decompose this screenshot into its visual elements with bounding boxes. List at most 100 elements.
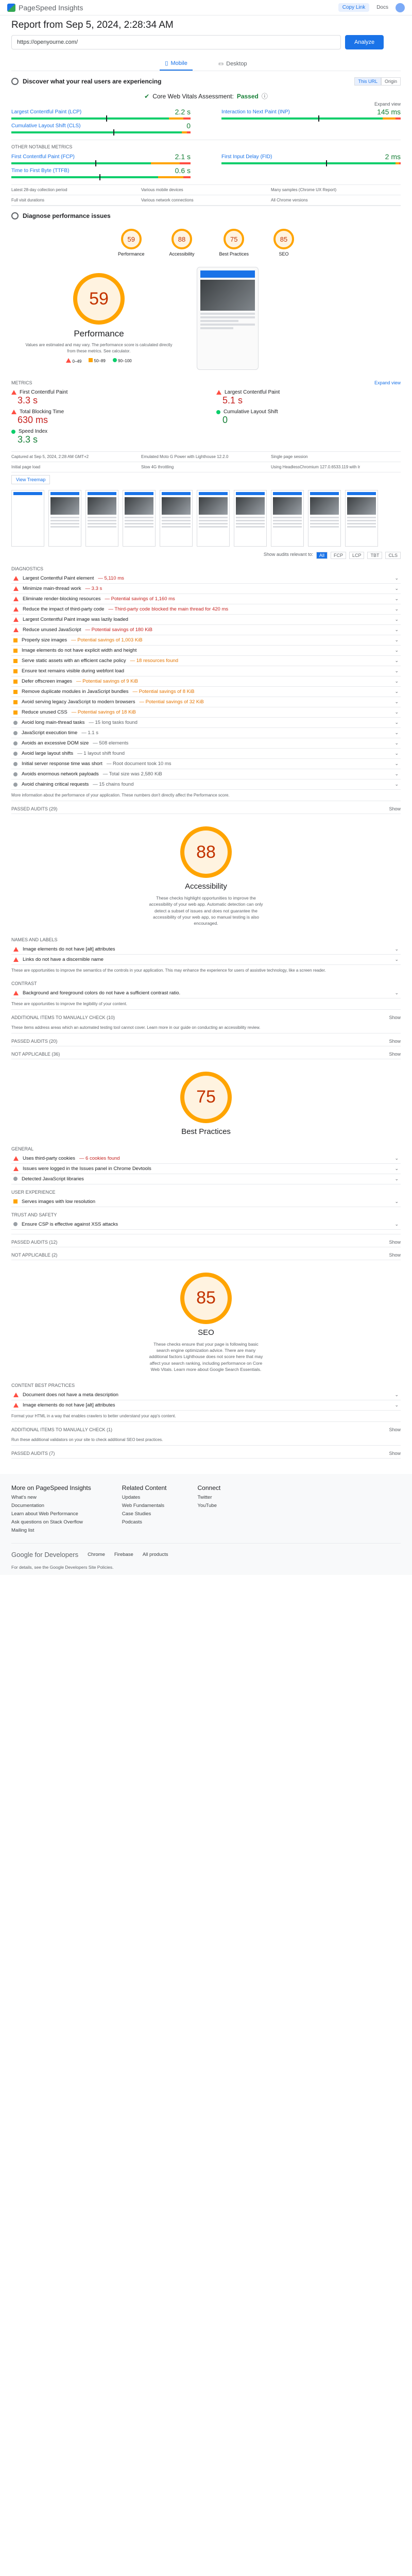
audit-row[interactable]: Initial server response time was short — …: [11, 759, 401, 769]
field-metric[interactable]: Time to First Byte (TTFB) 0.6 s: [11, 166, 191, 180]
url-input[interactable]: https://openyourne.com/: [11, 35, 341, 49]
audit-row[interactable]: Image elements do not have explicit widt…: [11, 646, 401, 656]
copy-link-button[interactable]: Copy Link: [338, 3, 370, 12]
bar-needs-improvement: [181, 131, 187, 133]
footer-link[interactable]: Mailing list: [11, 1528, 91, 1533]
audit-row[interactable]: Image elements do not have [alt] attribu…: [11, 1400, 401, 1411]
audit-row[interactable]: Minimize main-thread work — 3.3 s ⌄: [11, 584, 401, 594]
toggle-origin[interactable]: Origin: [381, 77, 401, 86]
metric-name[interactable]: First Input Delay (FID): [221, 154, 272, 160]
score-gauge[interactable]: 75 Best Practices: [219, 229, 249, 257]
audit-row[interactable]: Detected JavaScript libraries ⌄: [11, 1174, 401, 1184]
audit-row[interactable]: Avoid chaining critical requests — 15 cha…: [11, 779, 401, 790]
filmstrip-frame: [160, 490, 193, 547]
footer-link[interactable]: Ask questions on Stack Overflow: [11, 1519, 91, 1525]
lab-metric-value: 0: [222, 415, 228, 425]
docs-link[interactable]: Docs: [376, 5, 388, 10]
footer-link[interactable]: Updates: [122, 1495, 167, 1500]
audit-row[interactable]: Document does not have a meta descriptio…: [11, 1390, 401, 1401]
audit-row[interactable]: Reduce unused CSS — Potential savings of …: [11, 707, 401, 718]
toggle-this-url[interactable]: This URL: [354, 77, 381, 86]
audit-row[interactable]: Avoids an excessive DOM size — 508 elemen…: [11, 738, 401, 749]
footer-link[interactable]: What's new: [11, 1495, 91, 1500]
audit-title: Avoid serving legacy JavaScript to moder…: [22, 699, 135, 705]
metric-name[interactable]: Time to First Byte (TTFB): [11, 168, 69, 174]
audit-row[interactable]: Eliminate render-blocking resources — Pot…: [11, 594, 401, 604]
filter-tbt[interactable]: TBT: [367, 552, 383, 559]
info-circle-icon: [13, 741, 18, 745]
filter-lcp[interactable]: LCP: [349, 552, 365, 559]
score-gauge[interactable]: 85 SEO: [273, 229, 295, 257]
footer-link[interactable]: Podcasts: [122, 1519, 167, 1525]
footer-link[interactable]: YouTube: [198, 1503, 221, 1509]
footer-link[interactable]: Case Studies: [122, 1511, 167, 1517]
audit-title: Issues were logged in the Issues panel i…: [23, 1165, 151, 1172]
audit-row[interactable]: Serve static assets with an efficient ca…: [11, 656, 401, 666]
audit-row[interactable]: Ensure text remains visible during webfo…: [11, 666, 401, 676]
footer-link[interactable]: Documentation: [11, 1503, 91, 1509]
footer-link[interactable]: Twitter: [198, 1495, 221, 1500]
google-developers-logo[interactable]: Google for Developers: [11, 1551, 78, 1558]
filter-all[interactable]: All: [316, 552, 328, 559]
audit-row[interactable]: Avoid large layout shifts — 1 layout shif…: [11, 749, 401, 759]
audit-row[interactable]: Reduce unused JavaScript — Potential savi…: [11, 625, 401, 635]
audit-row[interactable]: Avoid long main-thread tasks — 15 long ta…: [11, 718, 401, 728]
tab-desktop[interactable]: ▭ Desktop: [213, 57, 252, 71]
field-metric[interactable]: Largest Contentful Paint (LCP) 2.2 s: [11, 108, 191, 122]
field-metric[interactable]: Cumulative Layout Shift (CLS) 0: [11, 122, 191, 135]
filter-fcp[interactable]: FCP: [330, 552, 346, 559]
analyze-button[interactable]: Analyze: [345, 35, 384, 49]
audit-row[interactable]: Background and foreground colors do not …: [11, 988, 401, 998]
perf-passed-show[interactable]: Show: [389, 806, 401, 811]
a11y-manual-checks[interactable]: ADDITIONAL ITEMS TO MANUALLY CHECK (10): [11, 1015, 115, 1020]
metrics-expand-link[interactable]: Expand view: [374, 380, 401, 385]
metric-name[interactable]: Largest Contentful Paint (LCP): [11, 109, 81, 115]
audit-row[interactable]: Serves images with low resolution ⌄: [11, 1197, 401, 1207]
field-metric[interactable]: First Input Delay (FID) 2 ms: [221, 152, 401, 166]
audit-row[interactable]: Issues were logged in the Issues panel i…: [11, 1164, 401, 1174]
audit-row[interactable]: Avoids enormous network payloads — Total …: [11, 769, 401, 779]
bp-not-applicable[interactable]: NOT APPLICABLE (2): [11, 1252, 57, 1258]
filter-cls[interactable]: CLS: [385, 552, 401, 559]
metric-name[interactable]: Cumulative Layout Shift (CLS): [11, 123, 81, 129]
score-gauge[interactable]: 59 Performance: [118, 229, 144, 257]
audit-row[interactable]: Ensure CSP is effective against XSS atta…: [11, 1219, 401, 1230]
metric-name[interactable]: Interaction to Next Paint (INP): [221, 109, 290, 115]
expand-view-link[interactable]: Expand view: [11, 101, 401, 107]
tab-mobile[interactable]: ▯ Mobile: [160, 57, 193, 71]
field-metric[interactable]: First Contentful Paint (FCP) 2.1 s: [11, 152, 191, 166]
audit-row[interactable]: Avoid serving legacy JavaScript to moder…: [11, 697, 401, 707]
lab-metric-name: Total Blocking Time: [11, 409, 196, 415]
footer-link[interactable]: Learn about Web Performance: [11, 1511, 91, 1517]
audit-row[interactable]: Largest Contentful Paint element — 5,110 …: [11, 573, 401, 584]
frame-image: [347, 497, 376, 515]
footer-link[interactable]: Firebase: [114, 1552, 133, 1557]
metric-value: 2.1 s: [175, 152, 191, 161]
seo-manual-checks[interactable]: ADDITIONAL ITEMS TO MANUALLY CHECK (1): [11, 1427, 112, 1432]
score-gauge[interactable]: 88 Accessibility: [169, 229, 195, 257]
perf-passed-audits[interactable]: PASSED AUDITS (29): [11, 806, 57, 811]
seo-passed-audits[interactable]: PASSED AUDITS (7): [11, 1451, 55, 1456]
audit-row[interactable]: JavaScript execution time — 1.1 s ⌄: [11, 728, 401, 738]
view-treemap-button[interactable]: View Treemap: [11, 475, 50, 484]
avatar[interactable]: [396, 3, 405, 12]
audit-row[interactable]: Remove duplicate modules in JavaScript b…: [11, 687, 401, 697]
metric-name[interactable]: First Contentful Paint (FCP): [11, 154, 75, 160]
footer-link[interactable]: Chrome: [88, 1552, 105, 1557]
app-logo[interactable]: PageSpeed Insights: [7, 3, 83, 12]
a11y-passed-audits[interactable]: PASSED AUDITS (20): [11, 1039, 57, 1044]
bp-passed-audits[interactable]: PASSED AUDITS (12): [11, 1240, 57, 1245]
footer-link[interactable]: All products: [143, 1552, 168, 1557]
footer-link[interactable]: Web Fundamentals: [122, 1503, 167, 1509]
field-metric[interactable]: Interaction to Next Paint (INP) 145 ms: [221, 108, 401, 122]
audit-row[interactable]: Image elements do not have [alt] attribu…: [11, 944, 401, 955]
audit-row[interactable]: Uses third-party cookies — 6 cookies foun…: [11, 1154, 401, 1164]
audit-row[interactable]: Links do not have a discernible name ⌄: [11, 955, 401, 965]
audit-savings: — 18 resources found: [130, 658, 179, 664]
a11y-not-applicable[interactable]: NOT APPLICABLE (36): [11, 1052, 60, 1057]
audit-row[interactable]: Largest Contentful Paint image was lazil…: [11, 615, 401, 625]
audit-row[interactable]: Properly size images — Potential savings …: [11, 635, 401, 646]
bar-good: [11, 131, 182, 133]
audit-row[interactable]: Reduce the impact of third-party code — T…: [11, 604, 401, 615]
audit-row[interactable]: Defer offscreen images — Potential saving…: [11, 676, 401, 687]
